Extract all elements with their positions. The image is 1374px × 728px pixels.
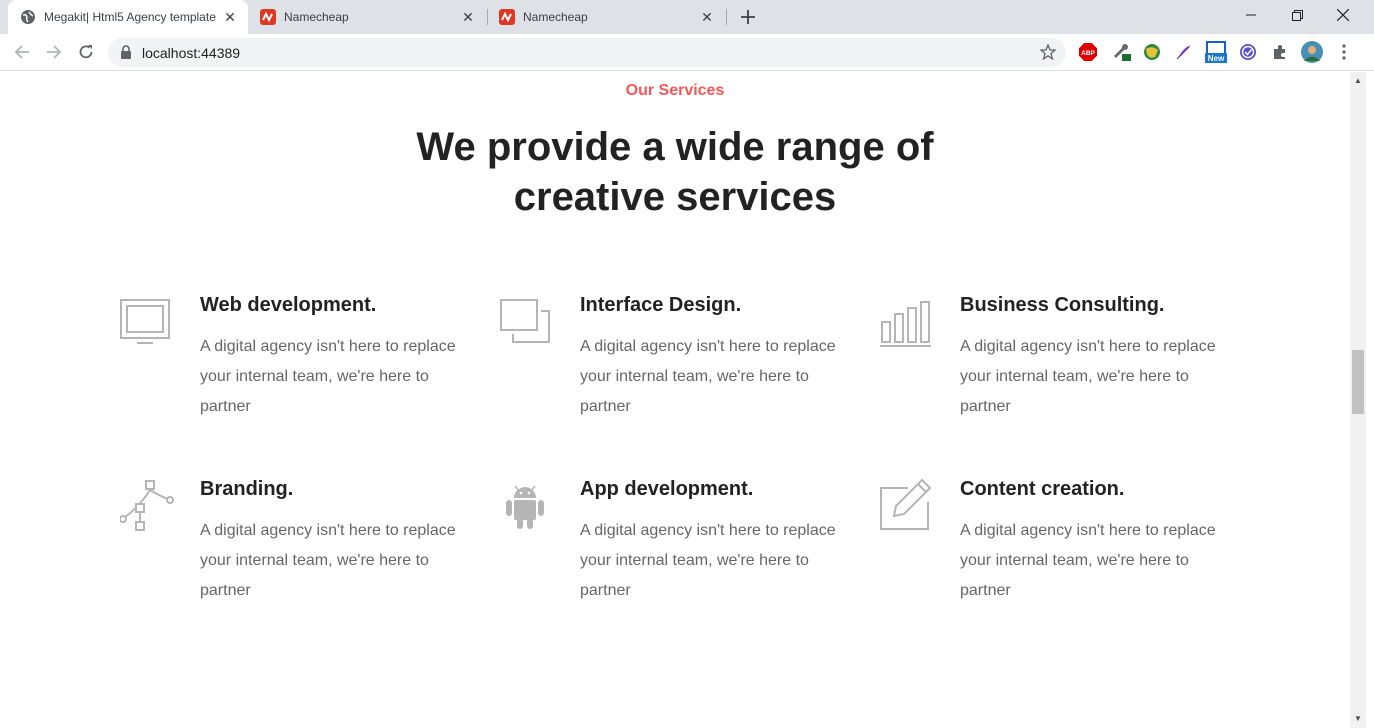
new-badge-text: New — [1208, 54, 1225, 63]
profile-avatar[interactable] — [1301, 41, 1323, 63]
tab-strip: Megakit| Html5 Agency template ✕ Nameche… — [0, 0, 1374, 34]
scrollbar-thumb[interactable] — [1352, 350, 1364, 414]
tab-title: Namecheap — [284, 10, 349, 24]
page-viewport: Our Services We provide a wide range of … — [0, 72, 1350, 728]
forward-button[interactable] — [41, 39, 67, 65]
tab-title: Namecheap — [523, 10, 588, 24]
service-text: A digital agency isn't here to replace y… — [580, 522, 836, 599]
three-dots-icon — [1342, 44, 1346, 60]
menu-kebab-icon[interactable] — [1334, 42, 1354, 62]
scroll-down-arrow-icon[interactable]: ▼ — [1353, 714, 1363, 724]
monitor-icon — [120, 299, 170, 344]
tab-title: Megakit| Html5 Agency template — [44, 10, 216, 24]
minimize-button[interactable] — [1228, 0, 1274, 30]
new-tab-button[interactable] — [736, 5, 760, 29]
plus-icon — [741, 10, 755, 24]
globe-icon — [21, 10, 35, 24]
lock-icon — [121, 45, 131, 59]
address-bar[interactable]: localhost:44389 — [108, 38, 1066, 67]
service-text: A digital agency isn't here to replace y… — [200, 522, 456, 599]
service-title: Business Consulting. — [960, 294, 1165, 316]
section-title: We provide a wide range of creative serv… — [416, 125, 934, 219]
service-business-consulting: Business Consulting. A digital agency is… — [880, 294, 1240, 434]
puzzle-green-icon[interactable] — [1112, 42, 1132, 62]
globe-ext-icon[interactable] — [1142, 42, 1162, 62]
restore-icon — [1291, 9, 1303, 21]
tool-ext-icon — [1113, 44, 1131, 61]
tab-separator — [726, 9, 727, 25]
page-scrollbar[interactable]: ▲ ▼ — [1350, 72, 1366, 728]
namecheap-icon — [260, 9, 276, 25]
service-app-development: App development. A digital agency isn't … — [500, 478, 860, 618]
feather-shape — [1176, 45, 1191, 60]
back-button[interactable] — [9, 39, 35, 65]
service-content-creation: Content creation. A digital agency isn't… — [880, 478, 1240, 618]
arrow-left-icon — [14, 45, 29, 59]
bar-chart-icon — [880, 301, 931, 347]
service-branding: Branding. A digital agency isn't here to… — [120, 478, 480, 618]
section-subtitle: Our Services — [625, 82, 725, 99]
check-circle-icon[interactable] — [1238, 42, 1258, 62]
new-badge-icon[interactable]: New — [1205, 41, 1227, 63]
tab-megakit[interactable]: Megakit| Html5 Agency template ✕ — [8, 0, 248, 34]
service-text: A digital agency isn't here to replace y… — [200, 338, 456, 415]
namecheap-icon — [499, 9, 515, 25]
tab-close-icon[interactable]: ✕ — [697, 7, 717, 27]
service-interface-design: Interface Design. A digital agency isn't… — [500, 294, 860, 434]
url-text: localhost:44389 — [142, 45, 241, 61]
extensions-puzzle-icon — [1274, 45, 1285, 59]
close-icon — [1337, 9, 1349, 21]
service-title: Interface Design. — [580, 294, 742, 316]
bookmark-star-icon[interactable] — [1040, 44, 1056, 60]
edit-icon — [880, 478, 932, 530]
globe-color-icon — [1144, 44, 1160, 60]
vector-pen-icon — [120, 480, 174, 531]
tab-namecheap-2[interactable]: Namecheap ✕ — [487, 0, 725, 34]
tab-namecheap-1[interactable]: Namecheap ✕ — [248, 0, 486, 34]
abp-logo: ABP — [1079, 43, 1097, 61]
service-title: Branding. — [200, 478, 294, 500]
restore-button[interactable] — [1274, 0, 1320, 30]
reload-icon — [79, 45, 93, 59]
feather-icon[interactable] — [1174, 42, 1194, 62]
new-badge-shape: New — [1205, 41, 1227, 63]
service-title: App development. — [580, 478, 754, 500]
layers-icon — [500, 299, 550, 343]
service-web-development: Web development. A digital agency isn't … — [120, 294, 480, 434]
android-icon — [506, 485, 544, 529]
abp-icon[interactable]: ABP — [1078, 42, 1098, 62]
abp-label: ABP — [1081, 50, 1095, 57]
minimize-icon — [1246, 14, 1256, 16]
scroll-up-arrow-icon[interactable]: ▲ — [1353, 76, 1363, 86]
reload-button[interactable] — [73, 39, 99, 65]
tab-close-icon[interactable]: ✕ — [220, 7, 240, 27]
tab-close-icon[interactable]: ✕ — [458, 7, 478, 27]
service-title: Web development. — [200, 294, 377, 316]
arrow-right-icon — [47, 45, 62, 59]
service-text: A digital agency isn't here to replace y… — [580, 338, 836, 415]
service-title: Content creation. — [960, 478, 1125, 500]
close-window-button[interactable] — [1320, 0, 1366, 30]
browser-toolbar: localhost:44389 ABP New — [0, 34, 1374, 71]
avatar-image — [1301, 41, 1323, 63]
check-circle-shape — [1240, 44, 1256, 60]
service-text: A digital agency isn't here to replace y… — [960, 338, 1216, 415]
puzzle-icon[interactable] — [1270, 42, 1290, 62]
service-text: A digital agency isn't here to replace y… — [960, 522, 1216, 599]
